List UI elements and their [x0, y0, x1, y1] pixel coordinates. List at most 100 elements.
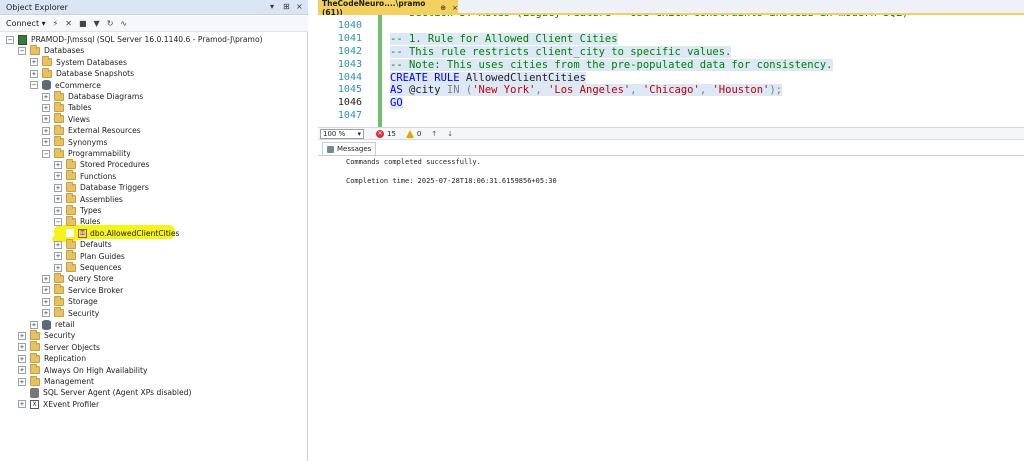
expand-icon[interactable]: + — [18, 343, 26, 352]
expand-icon[interactable]: + — [54, 160, 62, 169]
expand-icon[interactable]: + — [54, 195, 62, 204]
tree-node[interactable]: + Storage — [42, 295, 98, 307]
tree-node[interactable]: − PRAMOD-J\mssql (SQL Server 16.0.1140.6 … — [6, 34, 263, 45]
expand-icon[interactable]: + — [42, 274, 50, 283]
collapse-icon[interactable]: − — [18, 46, 26, 55]
tree-node[interactable]: + Views — [42, 113, 90, 125]
expand-icon[interactable]: + — [54, 263, 62, 272]
tree-node[interactable]: + Functions — [54, 170, 116, 182]
expand-icon[interactable]: + — [42, 126, 50, 135]
code-line[interactable]: -- Section 3: Rules (Legacy Feature - Us… — [390, 15, 908, 19]
code-line[interactable]: AS @city IN ('New York', 'Los Angeles', … — [390, 84, 783, 97]
tree-node[interactable]: SQL Server Agent (Agent XPs disabled) — [18, 387, 191, 398]
expand-icon[interactable]: + — [18, 354, 26, 363]
previous-issue-icon[interactable]: ↑ — [431, 130, 437, 138]
expand-icon[interactable]: + — [42, 286, 50, 295]
messages-icon — [327, 145, 334, 153]
connect-db-icon[interactable]: ⚡ — [53, 19, 59, 28]
pin-icon[interactable]: ⊞ — [283, 2, 290, 11]
expand-icon[interactable]: + — [42, 103, 50, 112]
tab-pin-icon[interactable]: ⊕ — [440, 4, 446, 12]
folder-icon — [54, 272, 64, 283]
tree-node[interactable]: + Defaults — [54, 238, 112, 250]
warning-count[interactable]: 0 — [417, 130, 421, 138]
expand-icon[interactable]: + — [30, 320, 38, 329]
folder-icon — [66, 261, 76, 272]
filter-icon[interactable]: ▼ — [94, 19, 100, 28]
tree-node[interactable]: − eCommerce — [30, 80, 101, 91]
zoom-select[interactable]: 100 % ▾ — [320, 128, 364, 139]
tree-node[interactable]: + Assemblies — [54, 193, 123, 205]
code-token: AS — [390, 84, 409, 97]
tree-node[interactable]: + Security — [18, 329, 75, 341]
code-line[interactable]: -- 1. Rule for Allowed Client Cities — [390, 32, 618, 45]
folder-icon — [54, 307, 64, 318]
folder-icon — [30, 329, 40, 340]
tree-node[interactable]: + Synonyms — [42, 136, 107, 148]
code-line[interactable]: -- This rule restricts client_city to sp… — [390, 45, 732, 58]
collapse-icon[interactable]: − — [30, 81, 38, 90]
tree-node[interactable]: + Security — [42, 307, 99, 319]
error-count[interactable]: 15 — [387, 130, 396, 138]
code-line[interactable]: -- Note: This uses cities from the pre-p… — [390, 58, 833, 71]
tree-node[interactable]: + Server Objects — [18, 341, 100, 353]
tree-node[interactable]: + Query Store — [42, 272, 114, 284]
tree-node[interactable]: + Management — [18, 375, 94, 387]
code-line[interactable]: GO — [390, 97, 403, 110]
collapse-icon[interactable]: − — [42, 149, 50, 158]
expand-icon[interactable]: + — [18, 400, 26, 409]
code-token: 'Los Angeles' — [548, 84, 631, 97]
tree-node[interactable]: + Database Snapshots — [30, 67, 134, 79]
tree-node[interactable]: − Rules — [54, 215, 101, 227]
expand-icon[interactable]: + — [42, 138, 50, 147]
expand-icon[interactable]: + — [18, 366, 26, 375]
next-issue-icon[interactable]: ↓ — [447, 130, 453, 138]
tab-close-icon[interactable]: × — [452, 4, 458, 12]
expand-icon[interactable]: + — [54, 172, 62, 181]
tree-node[interactable]: ⚿ dbo.AllowedClientCities — [66, 228, 179, 239]
tree-node[interactable]: − Databases — [18, 44, 84, 56]
object-explorer-toolbar: Connect ▾ ⚡ ✕ ■ ▼ ↻ ∿ — [0, 16, 308, 32]
expand-icon[interactable]: + — [42, 309, 50, 318]
close-icon[interactable]: × — [296, 2, 303, 11]
tree-node[interactable]: + External Resources — [42, 124, 141, 136]
activity-icon[interactable]: ∿ — [120, 19, 127, 28]
code-editor[interactable]: 1039 -- Section 3: Rules (Legacy Feature … — [318, 15, 1024, 127]
expand-icon[interactable]: + — [30, 69, 38, 78]
tree-node[interactable]: + X XEvent Profiler — [18, 399, 99, 410]
connect-button[interactable]: Connect ▾ — [6, 19, 46, 28]
tree-node[interactable]: + Service Broker — [42, 284, 123, 296]
expand-icon[interactable]: + — [54, 206, 62, 215]
tree-node[interactable]: + System Databases — [30, 56, 127, 68]
expand-icon[interactable]: + — [42, 115, 50, 124]
panel-menu-icon[interactable]: ▾ — [270, 2, 274, 11]
expand-icon[interactable]: + — [54, 183, 62, 192]
expand-icon[interactable]: + — [18, 331, 26, 340]
tree-node[interactable]: + Database Diagrams — [42, 90, 143, 102]
stop-icon[interactable]: ■ — [79, 19, 87, 28]
tree-node[interactable]: + Database Triggers — [54, 181, 149, 193]
tree-node[interactable]: + Stored Procedures — [54, 158, 149, 170]
expand-icon[interactable]: + — [42, 92, 50, 101]
tree-node[interactable]: + Sequences — [54, 261, 121, 273]
tree-node[interactable]: + Always On High Availability — [18, 364, 148, 376]
tab-messages[interactable]: Messages — [322, 142, 377, 155]
disconnect-icon[interactable]: ✕ — [65, 19, 72, 28]
tree-node[interactable]: + Types — [54, 204, 101, 216]
expand-icon[interactable]: + — [42, 297, 50, 306]
tree-node[interactable]: + Plan Guides — [54, 250, 125, 262]
expand-icon[interactable]: + — [54, 252, 62, 261]
refresh-icon[interactable]: ↻ — [107, 19, 114, 28]
tree-node[interactable]: + Replication — [18, 352, 86, 364]
code-line[interactable]: CREATE RULE AllowedClientCities — [390, 71, 586, 84]
collapse-icon[interactable]: − — [6, 35, 14, 44]
collapse-icon[interactable]: − — [54, 217, 62, 226]
expand-icon[interactable]: + — [30, 58, 38, 67]
expand-icon[interactable]: + — [18, 377, 26, 386]
tree-node[interactable]: + Tables — [42, 101, 92, 113]
expand-icon[interactable]: + — [54, 240, 62, 249]
tree-node[interactable]: − Programmability — [42, 147, 131, 159]
tab-query-editor[interactable]: TheCodeNeuro....\pramo (61)) ⊕ × — [318, 0, 458, 17]
tree-node[interactable]: + retail — [30, 319, 74, 330]
tree-node-label: External Resources — [68, 126, 141, 136]
